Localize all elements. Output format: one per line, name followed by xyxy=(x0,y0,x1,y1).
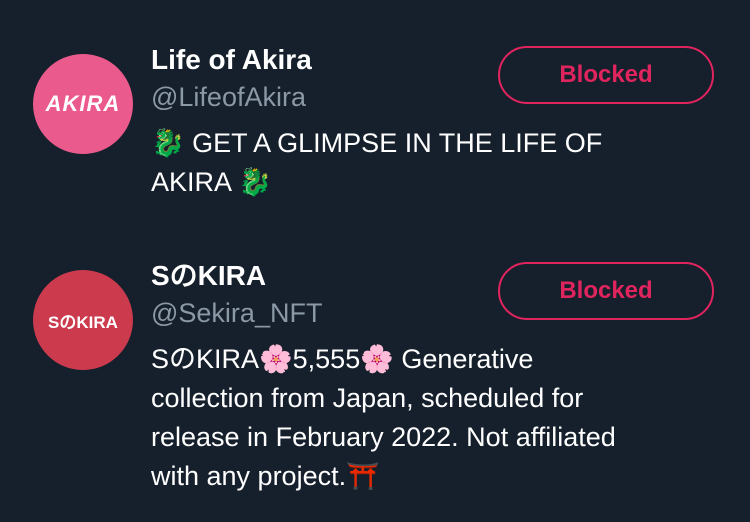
bio-line: AKIRA 🐉 xyxy=(151,167,272,197)
blocked-button[interactable]: Blocked xyxy=(498,46,714,104)
bio-line: collection from Japan, scheduled for xyxy=(151,383,584,413)
avatar[interactable]: AKIRA xyxy=(33,54,133,154)
avatar-logo-text: AKIRA xyxy=(45,91,121,116)
user-cell-sekira[interactable]: SのKIRA SのKIRA @Sekira_NFT SのKIRA🌸5,555🌸 … xyxy=(0,256,750,518)
avatar[interactable]: SのKIRA xyxy=(33,270,133,370)
bio-line: SのKIRA🌸5,555🌸 Generative xyxy=(151,344,534,374)
bio-line: release in February 2022. Not affiliated xyxy=(151,422,616,452)
blocked-button[interactable]: Blocked xyxy=(498,262,714,320)
bio-line: with any project.⛩️ xyxy=(151,461,380,491)
display-name[interactable]: SのKIRA xyxy=(151,258,266,294)
display-name[interactable]: Life of Akira xyxy=(151,42,312,78)
user-handle[interactable]: @LifeofAkira xyxy=(151,80,306,114)
avatar-logo-text: SのKIRA xyxy=(48,312,118,332)
user-bio: SのKIRA🌸5,555🌸 Generative collection from… xyxy=(151,340,731,496)
user-cell-life-of-akira[interactable]: AKIRA Life of Akira @LifeofAkira 🐉 GET A… xyxy=(0,40,750,240)
user-bio: 🐉 GET A GLIMPSE IN THE LIFE OF AKIRA 🐉 xyxy=(151,124,731,202)
user-handle[interactable]: @Sekira_NFT xyxy=(151,296,322,330)
bio-line: 🐉 GET A GLIMPSE IN THE LIFE OF xyxy=(151,128,603,158)
